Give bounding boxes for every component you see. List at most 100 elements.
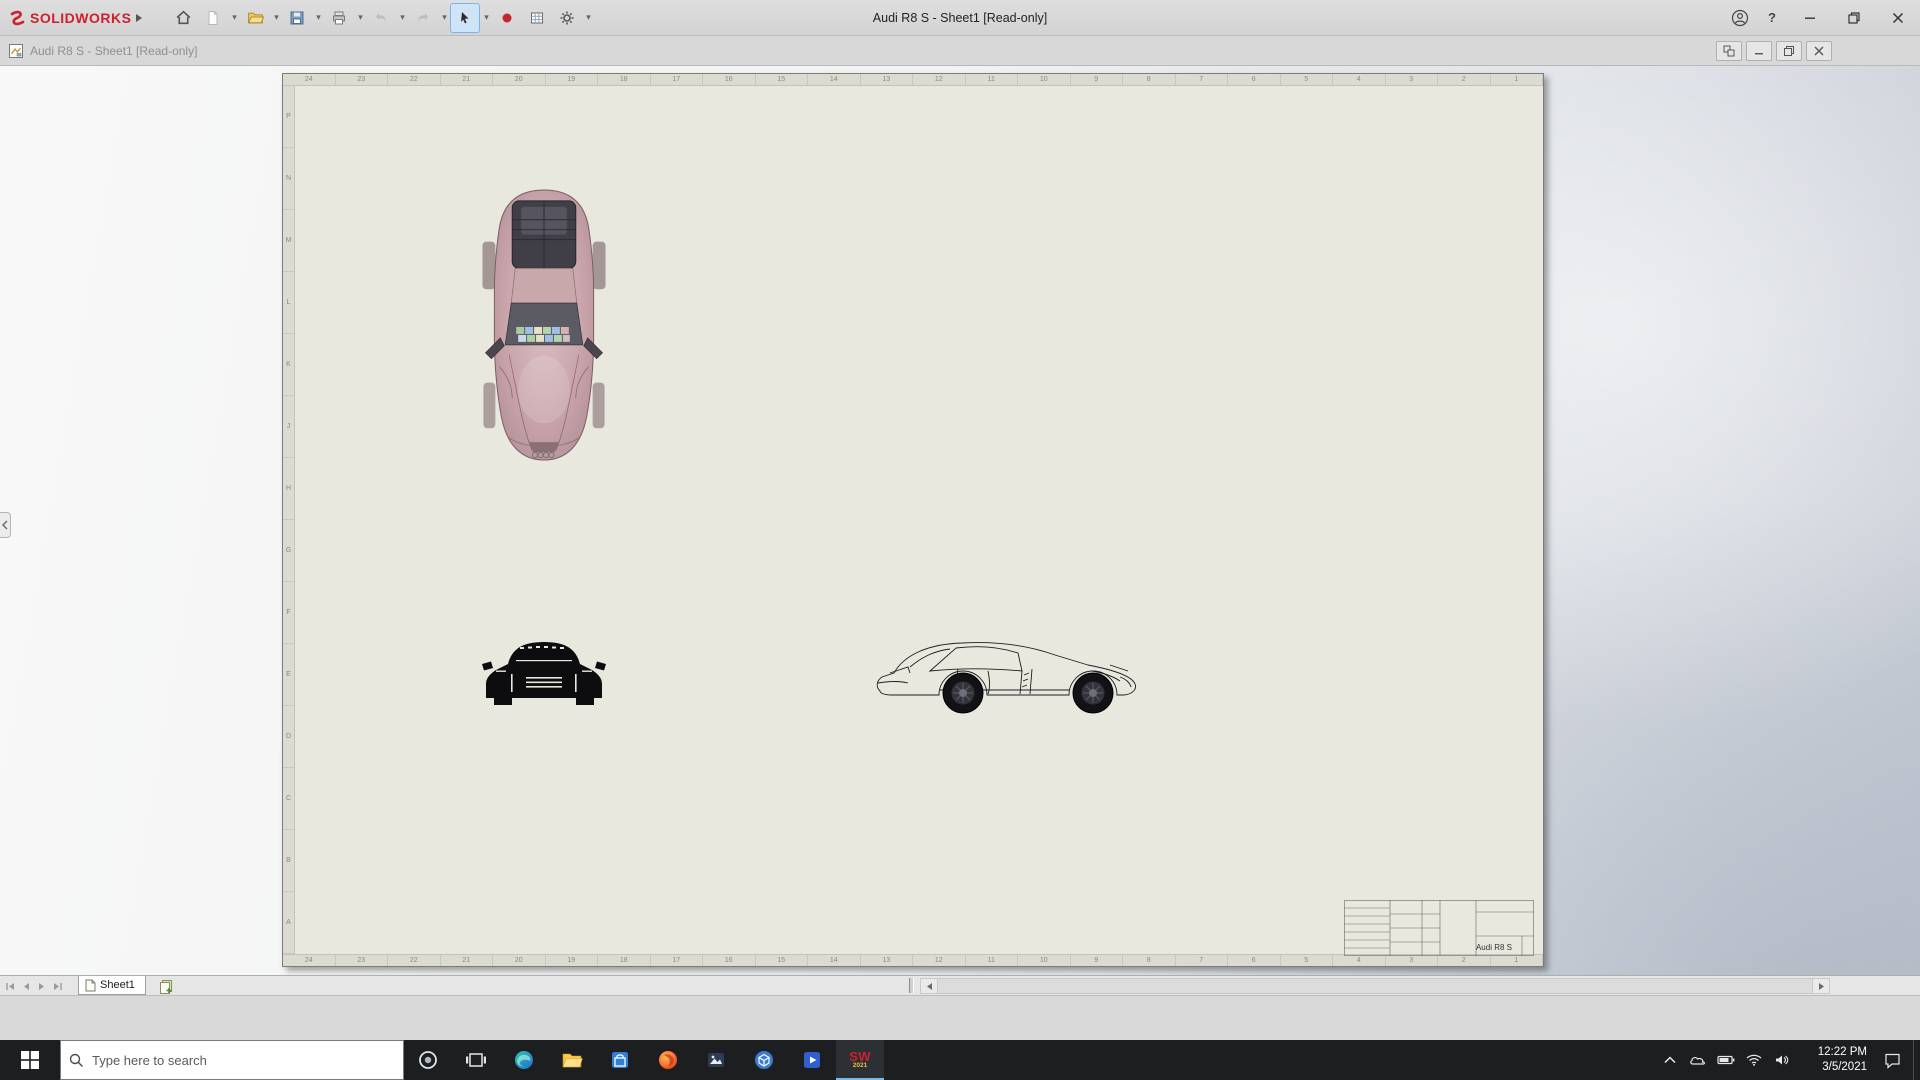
drawing-document-icon — [8, 43, 24, 59]
tab-sheet1[interactable]: Sheet1 — [78, 976, 146, 995]
sheet-icon — [85, 979, 96, 991]
photos-icon[interactable] — [692, 1040, 740, 1080]
ruler-label: 1 — [1491, 74, 1543, 85]
first-sheet-button[interactable] — [2, 977, 18, 995]
movies-icon[interactable] — [788, 1040, 836, 1080]
last-sheet-button[interactable] — [50, 977, 66, 995]
drawing-view-top[interactable] — [479, 186, 609, 464]
ruler-label: E — [283, 644, 294, 706]
solidworks-logo: SOLIDWORKS — [0, 9, 153, 27]
ruler-label: 24 — [283, 74, 336, 85]
search-input[interactable] — [92, 1052, 395, 1068]
volume-icon[interactable] — [1769, 1040, 1795, 1080]
ruler-label: 21 — [441, 955, 493, 966]
ruler-label: 16 — [703, 74, 756, 85]
print-button[interactable] — [325, 4, 353, 32]
doc-restore-button[interactable] — [1776, 40, 1802, 61]
ruler-label: 10 — [1018, 955, 1071, 966]
ruler-label: D — [283, 706, 294, 768]
taskbar-search[interactable] — [60, 1040, 404, 1080]
brand-expand-arrow[interactable] — [135, 13, 143, 23]
ruler-label: 7 — [1176, 955, 1228, 966]
help-button[interactable]: ? — [1756, 0, 1788, 36]
file-explorer-icon[interactable] — [548, 1040, 596, 1080]
options-gear-button[interactable] — [553, 4, 581, 32]
drawing-sheet[interactable]: 24 23 22 21 20 19 18 17 16 15 14 13 12 11 10 9 8 7 6 5 4 3 2 1 … — [282, 73, 1544, 967]
tray-chevron-icon[interactable] — [1657, 1040, 1683, 1080]
graphics-area[interactable]: 24 23 22 21 20 19 18 17 16 15 14 13 12 11 10 9 8 7 6 5 4 3 2 1 … — [0, 66, 1920, 975]
3d-viewer-icon[interactable] — [740, 1040, 788, 1080]
home-button[interactable] — [169, 4, 197, 32]
task-view-icon[interactable] — [452, 1040, 500, 1080]
firefox-icon[interactable] — [644, 1040, 692, 1080]
featuremanager-collapsed-tab[interactable] — [0, 512, 11, 538]
ruler-label: K — [283, 334, 294, 396]
ruler-label: 16 — [703, 955, 756, 966]
ruler-label: 2 — [1438, 955, 1491, 966]
drawing-view-front[interactable] — [482, 634, 606, 714]
windows-taskbar: SW 2021 12:22 PM 3/5/2021 — [0, 1040, 1920, 1080]
sheet-properties-button[interactable] — [523, 4, 551, 32]
start-button[interactable] — [0, 1040, 60, 1080]
ruler-label: 24 — [283, 955, 336, 966]
open-button[interactable] — [241, 4, 269, 32]
scroll-right-button[interactable] — [1813, 979, 1829, 993]
close-button[interactable] — [1876, 0, 1920, 36]
dropdown-caret-icon[interactable]: ▾ — [271, 12, 281, 23]
scroll-left-button[interactable] — [921, 979, 937, 993]
ruler-label: 17 — [651, 955, 703, 966]
title-block[interactable]: Audi R8 S — [1344, 900, 1534, 956]
sheet-ruler-left: PNMLKJHGFEDCBA — [283, 86, 295, 954]
action-center-icon[interactable] — [1873, 1040, 1911, 1080]
restore-button[interactable] — [1832, 0, 1876, 36]
account-button[interactable] — [1724, 0, 1756, 36]
doc-minimize-button[interactable] — [1746, 40, 1772, 61]
redo-button[interactable] — [409, 4, 437, 32]
wifi-icon[interactable] — [1741, 1040, 1767, 1080]
edge-icon[interactable] — [500, 1040, 548, 1080]
brand-name: SOLIDWORKS — [30, 9, 132, 26]
dropdown-caret-icon[interactable]: ▾ — [229, 12, 239, 23]
ruler-label: 6 — [1228, 955, 1281, 966]
taskbar-clock[interactable]: 12:22 PM 3/5/2021 — [1797, 1040, 1871, 1080]
ruler-label: 15 — [756, 74, 808, 85]
solidworks-taskbar-icon[interactable]: SW 2021 — [836, 1040, 884, 1080]
ruler-label: 20 — [493, 955, 546, 966]
onedrive-cloud-icon[interactable] — [1685, 1040, 1711, 1080]
taskbar-apps: SW 2021 — [404, 1040, 884, 1080]
cortana-icon[interactable] — [404, 1040, 452, 1080]
undo-button[interactable] — [367, 4, 395, 32]
drawing-view-side[interactable] — [870, 631, 1148, 719]
prev-sheet-button[interactable] — [18, 977, 34, 995]
tile-windows-button[interactable] — [1716, 40, 1742, 61]
dropdown-caret-icon[interactable]: ▾ — [313, 12, 323, 23]
battery-icon[interactable] — [1713, 1040, 1739, 1080]
ruler-label: 11 — [966, 955, 1018, 966]
doc-close-button[interactable] — [1806, 40, 1832, 61]
dropdown-caret-icon[interactable]: ▾ — [355, 12, 365, 23]
dropdown-caret-icon[interactable]: ▾ — [481, 12, 491, 23]
save-button[interactable] — [283, 4, 311, 32]
scrollbar-thumb[interactable] — [937, 979, 1813, 993]
dropdown-caret-icon[interactable]: ▾ — [583, 12, 593, 23]
sw-logo-year: 2021 — [852, 1062, 868, 1070]
new-document-button[interactable] — [199, 4, 227, 32]
mouse-gesture-button[interactable] — [493, 4, 521, 32]
window-controls: ? — [1724, 0, 1920, 36]
select-tool-button[interactable] — [450, 2, 481, 33]
ds-logo-icon — [10, 10, 25, 25]
screen: SOLIDWORKS ▾ ▾ ▾ ▾ ▾ ▾ ▾ ▾ Audi R8 S - S… — [0, 0, 1920, 1080]
store-icon[interactable] — [596, 1040, 644, 1080]
next-sheet-button[interactable] — [34, 977, 50, 995]
tab-scroll-splitter[interactable] — [909, 978, 914, 993]
dropdown-caret-icon[interactable]: ▾ — [439, 12, 449, 23]
ruler-label: 13 — [861, 74, 913, 85]
show-desktop-button[interactable] — [1913, 1040, 1918, 1080]
search-icon — [69, 1053, 83, 1067]
dropdown-caret-icon[interactable]: ▾ — [397, 12, 407, 23]
minimize-button[interactable] — [1788, 0, 1832, 36]
ruler-label: F — [283, 582, 294, 644]
add-sheet-button[interactable] — [155, 977, 177, 995]
document-title: Audi R8 S - Sheet1 [Read-only] — [30, 43, 198, 58]
ruler-label: 10 — [1018, 74, 1071, 85]
